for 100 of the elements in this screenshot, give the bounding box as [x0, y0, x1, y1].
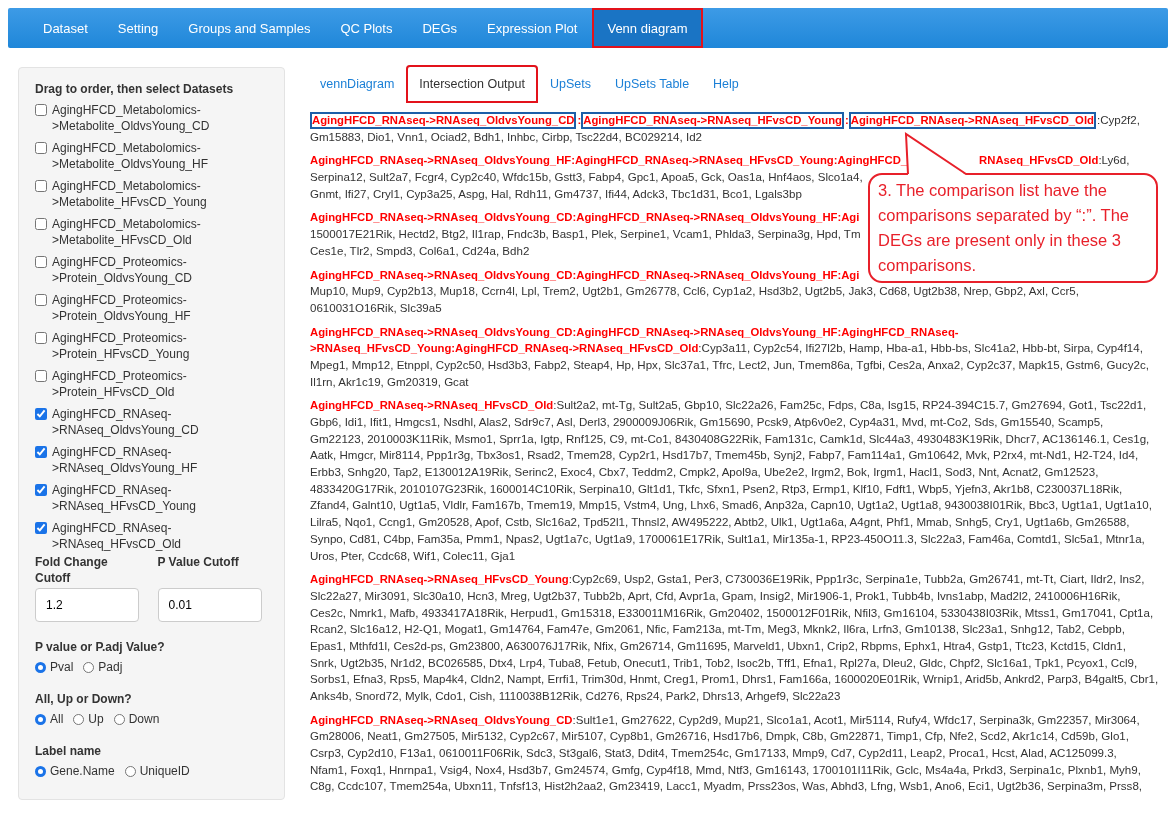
- nav-tab[interactable]: Dataset: [28, 8, 103, 48]
- radio-label: Up: [88, 712, 104, 726]
- gene-list: :Sult1e1, Gm27622, Cyp2d9, Mup21, Slco1a1, Acot1, Mir5114, Rufy4, Wfdc17, Serpina3k, Gm22357, Mir3064,: [572, 711, 1140, 729]
- gene-list: Rcan2, Slc16a12, H2-Q1, Mogat1, Gm14764, Fam47e, Gm2061, Nfic, Fam213a, mt-Tm, Meg3, Mknk2, Il6ra, Lrfn3, Gm10138, Slc23a1, Snhg12, Tab2, Cebpb,: [310, 621, 1125, 638]
- gene-list: Lilra5, Nqo1, Ccng1, Gm20528, Apof, Cstb, Slc16a2, Tpd52l1, Thnsl2, AW495222, Abtb2, Ulk1, Ugt1a6a, A4gnt, Phf1, Mmab, Snhg5, Cry1, Ugt1a6b, Gm26588,: [310, 514, 1130, 531]
- gene-list: :Cyp2f2,: [1096, 112, 1140, 129]
- gene-list: Gbp6, Idi1, Ifit1, Hmgcs1, Nsdhl, Alas2, Sdr9c7, Asl, Derl3, 2900009J06Rik, Gm15690, Pcsk9, Atp6v0e2, Cyp4a31, Mvd, mt-Co2, Sds, Gm15540, Scamp5,: [310, 414, 1104, 431]
- gene-list: C8g, Ccdc107, Tmem254a, Ubxn11, Tnfsf13, Hist2h2aa2, Gm23419, Lacc1, Myadm, Prss23os, Was, Abhd3, Lfng, Wsb1, Ano6, Eci1, Ugt2b36, Serpina3m, Prss8,: [310, 778, 1143, 796]
- tab[interactable]: vennDiagram: [308, 65, 407, 103]
- checkbox[interactable]: [35, 104, 47, 116]
- gene-list: Mpeg1, Mmp12, Etnppl, Cyp2c50, Hsd3b3, Fabp2, Steap4, Hp, Hpx, Slc37a1, Tfrc, Lect2, Jun, Tmem86a, Tgfbi, Ces2a, Anxa2, Cyp2c37, Mapk15, Gstm6, Gucy2c,: [310, 356, 1149, 374]
- nav-tab[interactable]: Groups and Samples: [173, 8, 326, 48]
- dataset-label: AgingHFCD_Metabolomics->Metabolite_OldvsYoung_CD: [52, 102, 211, 134]
- gene-list: Anks4b, Snord72, Mylk, Cdo1, Cish, 1110038B12Rik, Cd276, Rps24, Park2, Dhrs13, Arhgef9, Slc22a23: [310, 688, 841, 705]
- dataset-label: AgingHFCD_RNAseq->RNAseq_OldvsYoung_HF: [52, 444, 199, 476]
- nav-tab[interactable]: Expression Plot: [472, 8, 593, 48]
- gene-list: Synpo, Cd81, C4bp, Fam35a, Pmm1, Npas2, Ugt1a7c, Ugt1a9, 1700061E17Rik, Sult1a1, Mir135a-1, RP23-450O11.3, Slc22a3, Fam46a, Comtd1, Slc5a1, Mtnr1a,: [310, 530, 1145, 548]
- checkbox[interactable]: [35, 218, 47, 230]
- gene-list: Slc22a27, Mir3091, Slc30a10, Hcn3, Mreg, Ugt2b37, Tubb2b, Aprt, Cfd, Avpr1a, Gpam, Insig2, Mir1906-1, Prok1, Tubb4b, Ivns1abp, Mad2l2, 2410006H16Rik,: [310, 587, 1121, 605]
- checkbox[interactable]: [35, 446, 47, 458]
- field-label: P Value Cutoff: [157, 554, 240, 571]
- gene-list: Aatk, Hmgcr, Mir8114, Ppp1r3g, Tbx3os1, Rsad2, Tmem28, Cyp2r1, Hsd17b7, Tmem45b, Synj2, Fabp7, Fam114a1, Gm10642, Mvk, P2rx4, mt-Nd1, H2-T24, Id4,: [310, 447, 1139, 465]
- gene-list: Sorbs1, Efna3, Rps5, Map4k4, Cldn2, Nampt, Errfi1, Trim30d, Hnmt, Creg1, Prom1, Dhrs1, Fam166a, 1600020E01Rik, Wrnip1, Arid5b, Ankrd2, Parp3, B4galt5, Cbr1,: [310, 671, 1159, 688]
- gene-list: Gnmt, Ifi27, Cryl1, Cyp3a25, Aspg, Hal, Rdh11, Gm4737, Ifi44, Adck3, Tbc1d31, Bco1, Lgals3bp: [310, 185, 802, 203]
- comparison-label: RNAseq_HFvsCD_Old: [979, 153, 1099, 169]
- comparison-label: AgingHFCD_RNAseq->RNAseq_HFvsCD_Old: [310, 398, 554, 414]
- checkbox[interactable]: [35, 522, 47, 534]
- comparison-label: AgingHFCD_RNAseq->RNAseq_OldvsYoung_CD:AgingHFCD_RNAseq->RNAseq_OldvsYoung_HF:Agi: [310, 267, 860, 283]
- gene-list: Gm15883, Dio1, Vnn1, Ociad2, Bdh1, Inhbc, Cirbp, Tsc22d4, BC029214, Id2: [310, 128, 702, 146]
- tab[interactable]: UpSets Table: [602, 65, 702, 103]
- radio-button[interactable]: [83, 661, 95, 673]
- dataset-label: AgingHFCD_Proteomics->Protein_OldvsYoung_CD: [52, 254, 193, 286]
- gene-list: Serpina12, Sult2a7, Fcgr4, Cyp2c40, Wfdc15b, Gstt3, Fabp4, Gpc1, Apoa5, Gck, Oas1a, Hnf4aos, Slco1a4,: [310, 169, 863, 186]
- radio-label: Gene.Name: [50, 764, 115, 778]
- radio-button[interactable]: [35, 713, 46, 725]
- dataset-label: AgingHFCD_RNAseq->RNAseq_HFvsCD_Old: [52, 520, 183, 552]
- nav-tab[interactable]: Venn diagram: [592, 8, 703, 48]
- radio-button[interactable]: [124, 765, 136, 777]
- radio-label: All: [50, 712, 64, 726]
- dataset-label: AgingHFCD_Proteomics->Protein_HFvsCD_Old: [52, 368, 188, 400]
- gene-list: Epas1, Mthfd1l, Ces2d-ps, Gm23800, A630076J17Rik, Nfix, Gm26714, Gm11695, Marveld1, Ubxn1, Crip2, Rbpms, Ephx1, Htra4, Gstp1, Ttc23, Kctd15, Cldn1,: [310, 637, 1126, 655]
- gene-list: Mup10, Mup9, Cyp2b13, Mup18, Ccrn4l, Lpl, Trem2, Ugt2b1, Gm26778, Ccl6, Cyp1a2, Hsd3b2, Ugt2b5, Jak3, Cd68, Ugt2b38, Nrep, Gbp2, Axl, Ccr5,: [310, 283, 1079, 300]
- gene-list: 1500017E21Rik, Hectd2, Btg2, Il1rap, Fndc3b, Basp1, Plek, Serpine1, Vcam1, Phlda3, Serpina3g, Hpd, Tm: [310, 226, 861, 243]
- dataset-label: AgingHFCD_RNAseq->RNAseq_HFvsCD_Young: [52, 482, 197, 514]
- checkbox[interactable]: [35, 484, 47, 496]
- field-label: Label name: [35, 744, 103, 758]
- radio-button[interactable]: [73, 713, 85, 725]
- radio-label: Pval: [50, 660, 74, 674]
- gene-list: Gm22123, 2010003K11Rik, Msmo1, Sprr1a, Igtp, Rnf125, C9, mt-Co1, 8430408G22Rik, Fam131c, Camk1d, Slc44a3, 4930483K19Rik, Dhcr7, AC136146.1, Ces1g,: [310, 430, 1150, 448]
- checkbox[interactable]: [35, 370, 47, 382]
- field-label: All, Up or Down?: [35, 692, 133, 706]
- gene-list: Ces2c, Nmrk1, Mafb, 4933417A18Rik, Herpud1, Gm15318, E330011M16Rik, Gm20402, 1500012F01Rik, Nfil3, Gm16104, 5330438I03Rik, Mtss1, Gm17041, Cpt1a,: [310, 604, 1154, 622]
- checkbox[interactable]: [35, 294, 47, 306]
- comparison-label: AgingHFCD_RNAseq->RNAseq_OldvsYoung_CD:AgingHFCD_RNAseq->RNAseq_OldvsYoung_HF:AgingHFCD_RNAseq-: [310, 324, 959, 340]
- radio-label: Padj: [98, 660, 123, 674]
- section-title: Drag to order, then select Datasets: [35, 82, 235, 96]
- radio-button[interactable]: [35, 765, 46, 777]
- gene-list: 4833420G17Rik, 2010107G23Rik, 1600014C10Rik, Serpina10, Glt1d1, Tkfc, Sfxn1, Psen2, Rtp3, Ermp1, Klf10, Fdft1, Wbp5, Yjefn3, Akr1b8, C230037L18Rik,: [310, 480, 1123, 498]
- comparison-label: AgingHFCD_RNAseq->RNAseq_HFvsCD_Young: [310, 572, 569, 588]
- nav-tab[interactable]: QC Plots: [325, 8, 408, 48]
- gene-list: Gm28006, Neat1, Gm27505, Mir5132, Cyp2c67, Mir5107, Cyp8b1, Gm26716, Hsd17b6, Dmpk, C8b, Gm22871, Timp1, Cfp, Nfe2, Scd2, Akr1c14, Cd59b, Glo1,: [310, 728, 1129, 746]
- nav-tab[interactable]: DEGs: [407, 8, 473, 48]
- radio-button[interactable]: [113, 713, 125, 725]
- tab[interactable]: Intersection Output: [406, 65, 538, 103]
- nav-tab[interactable]: Setting: [102, 8, 174, 48]
- gene-list: Uros, Pter, Ccdc68, Wif1, Colec11, Gja1: [310, 547, 516, 565]
- dataset-label: AgingHFCD_Metabolomics->Metabolite_OldvsYoung_HF: [52, 140, 209, 172]
- dataset-label: AgingHFCD_Proteomics->Protein_OldvsYoung_HF: [52, 292, 192, 324]
- highlighted-comparison-label: AgingHFCD_RNAseq->RNAseq_HFvsCD_Old: [848, 112, 1096, 129]
- comparison-label: AgingHFCD_RNAseq->RNAseq_OldvsYoung_HF:AgingHFCD_RNAseq->RNAseq_HFvsCD_Young:AgingHFCD_: [310, 153, 908, 169]
- dataset-label: AgingHFCD_RNAseq->RNAseq_OldvsYoung_CD: [52, 406, 200, 438]
- radio-button[interactable]: [35, 661, 46, 673]
- tab[interactable]: UpSets: [537, 65, 603, 103]
- checkbox[interactable]: [35, 142, 47, 154]
- gene-list: Il1rn, Akr1c19, Gm20319, Gcat: [310, 373, 469, 391]
- checkbox[interactable]: [35, 408, 47, 420]
- highlighted-comparison-label: AgingHFCD_RNAseq->RNAseq_OldvsYoung_CD: [310, 112, 577, 129]
- highlighted-comparison-label: AgingHFCD_RNAseq->RNAseq_HFvsCD_Young: [581, 112, 844, 129]
- gene-list: :Cyp3a11, Cyp2c54, Ifi27l2b, Hamp, Hba-a1, Hbb-bs, Slc41a2, Hbb-bt, Sirpa, Cyp4f14,: [698, 340, 1143, 357]
- gene-list: Snrk, Ugt2b35, Nr1d2, BC026585, Dtx4, Lrp4, Tuba8, Fetub, Onecut1, Trib1, Tob2, Isoc2b, Tff1, Efna1, Rpl27a, Dleu2, Gldc, Chpf2, Slc16a1, Tpk1, Pcyox1, Ccl9,: [310, 654, 1138, 672]
- checkbox[interactable]: [35, 180, 47, 192]
- tab[interactable]: Help: [701, 65, 751, 103]
- comparison-label: :: [844, 113, 849, 128]
- checkbox[interactable]: [35, 256, 47, 268]
- fold-change-field[interactable]: 1.2: [35, 588, 139, 622]
- radio-label: UniqueID: [139, 764, 190, 778]
- gene-list: :Cyp2c69, Usp2, Gsta1, Per3, C730036E19Rik, Ppp1r3c, Serpina1e, Tubb2a, Gm26741, mt-Tt, Ciart, Ildr2, Ins2,: [568, 571, 1145, 588]
- dataset-label: AgingHFCD_Proteomics->Protein_HFvsCD_Young: [52, 330, 191, 362]
- gene-list: Csrp3, Cyp2d10, F13a1, 0610011F06Rik, Sdc3, St3gal6, Stat3, Ddit4, Tmem254c, Gm17133, Mmp9, Cd7, Cyp2d11, Leap2, Proca1, Hcst, Alad, AC125099.3,: [310, 745, 1117, 762]
- field-label: P value or P.adj Value?: [35, 640, 166, 654]
- p-value-field[interactable]: 0.01: [157, 588, 262, 622]
- dataset-label: AgingHFCD_Metabolomics->Metabolite_HFvsCD_Young: [52, 178, 208, 210]
- field-label: Fold Change Cutoff: [35, 554, 109, 586]
- gene-list: 0610031O16Rik, Slc39a5: [310, 299, 442, 317]
- gene-list: :Ly6d,: [1098, 152, 1130, 170]
- comparison-label: AgingHFCD_RNAseq->RNAseq_OldvsYoung_CD:AgingHFCD_RNAseq->RNAseq_OldvsYoung_HF:Agi: [310, 210, 860, 226]
- comparison-label: AgingHFCD_RNAseq->RNAseq_OldvsYoung_CD: [310, 712, 573, 728]
- checkbox[interactable]: [35, 332, 47, 344]
- gene-list: Erbb3, Snhg20, Tap2, E130012A19Rik, Serinc2, Exoc4, Cbx7, Teddm2, Cmpk2, Apol9a, Ube2e2, Irgm2, Bok, Irgm1, Hacl1, Sod3, Nnt, Acnat2, Gm12523,: [310, 464, 1099, 481]
- gene-list: Ces1e, Tlr2, Smpd3, Col6a1, Cd24a, Bdh2: [310, 242, 530, 260]
